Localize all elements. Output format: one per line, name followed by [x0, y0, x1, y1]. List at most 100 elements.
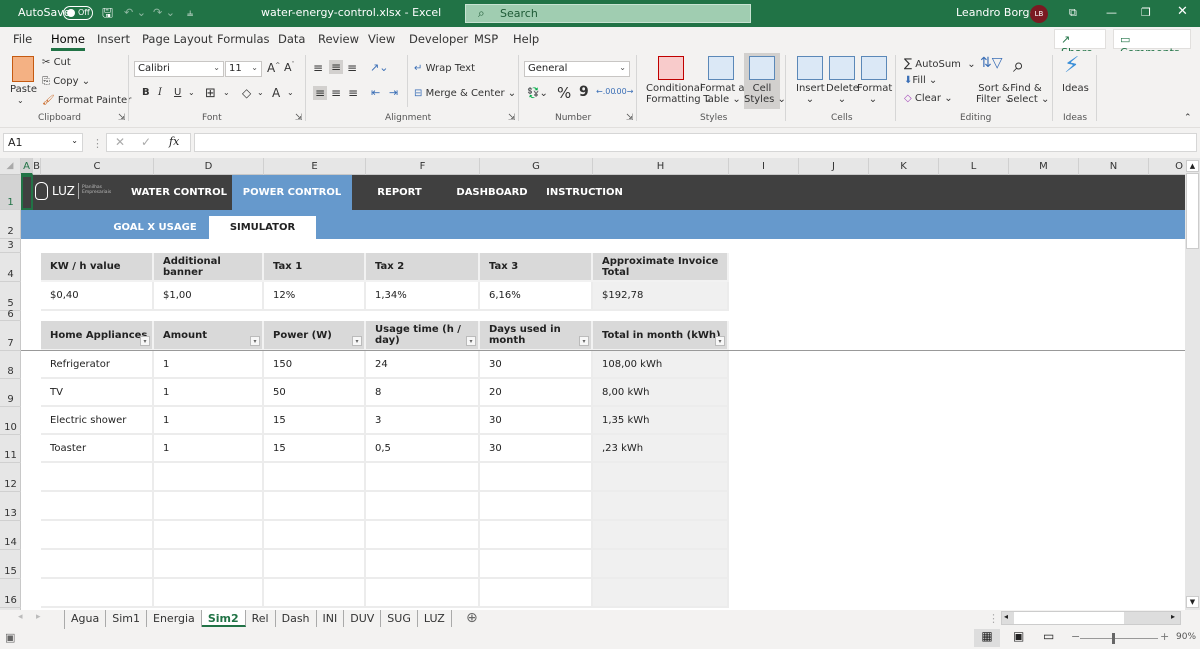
comments-button[interactable]: ▭ Comments	[1113, 29, 1191, 59]
appliance-cell[interactable]: 108,00 kWh	[593, 351, 729, 379]
shrink-font-icon[interactable]: Aˇ	[284, 61, 295, 74]
appliance-cell[interactable]: 1	[154, 407, 264, 435]
nav-dashboard[interactable]: DASHBOARD	[447, 175, 537, 210]
empty-cell[interactable]	[41, 521, 154, 550]
tab-insert[interactable]: Insert	[97, 32, 130, 46]
row-header-1[interactable]: 1	[0, 175, 21, 210]
cell-styles-button[interactable]: Cell Styles ⌄	[744, 53, 786, 109]
column-header-o[interactable]: O	[1149, 158, 1185, 175]
param-value[interactable]: 12%	[264, 282, 366, 311]
appliance-header[interactable]: Power (W) ▾	[264, 321, 366, 351]
save-icon[interactable]: 🖫	[102, 4, 113, 26]
format-as-table-button[interactable]: Format as Table ⌄	[700, 83, 750, 105]
empty-cell[interactable]	[264, 521, 366, 550]
enter-icon[interactable]: ✓	[141, 135, 151, 149]
align-middle-icon[interactable]: ≡	[329, 60, 344, 74]
search-box[interactable]: ⌕ Search	[465, 4, 751, 23]
appliance-cell[interactable]: 8,00 kWh	[593, 379, 729, 407]
appliance-cell[interactable]: 15	[264, 407, 366, 435]
format-painter-button[interactable]: 🖌 Format Painter	[42, 95, 131, 106]
column-header-c[interactable]: C	[41, 158, 154, 175]
underline-button[interactable]: U	[174, 87, 181, 98]
param-header[interactable]: Additional banner	[154, 253, 264, 282]
fill-button[interactable]: ⬇Fill ⌄	[904, 75, 937, 86]
tab-review[interactable]: Review	[318, 32, 359, 46]
empty-cell[interactable]	[154, 521, 264, 550]
row-header-13[interactable]: 13	[0, 492, 21, 521]
font-name-combo[interactable]: Calibri ⌄	[134, 61, 224, 77]
column-header-m[interactable]: M	[1009, 158, 1079, 175]
alignment-launcher-icon[interactable]: ⇲	[508, 113, 516, 123]
empty-cell[interactable]	[154, 579, 264, 608]
clear-button[interactable]: ◇ Clear ⌄	[904, 93, 953, 104]
appliance-cell[interactable]: 30	[480, 435, 593, 463]
paste-button[interactable]: Paste	[10, 84, 37, 95]
filter-dropdown-icon[interactable]: ▾	[250, 336, 260, 346]
minimize-icon[interactable]: —	[1106, 6, 1117, 19]
row-header-12[interactable]: 12	[0, 463, 21, 492]
param-value[interactable]: $192,78	[593, 282, 729, 311]
param-value[interactable]: 6,16%	[480, 282, 593, 311]
column-header-h[interactable]: H	[593, 158, 729, 175]
paste-dropdown-icon[interactable]: ⌄	[17, 96, 24, 105]
zoom-slider-thumb[interactable]	[1112, 633, 1115, 644]
sheet-tab-luz[interactable]: LUZ	[418, 610, 452, 627]
increase-decimal-icon[interactable]: ←.00	[596, 87, 615, 96]
appliance-cell[interactable]: 30	[480, 407, 593, 435]
align-right-icon[interactable]: ≡	[348, 86, 358, 100]
appliance-header[interactable]: Days used in month ▾	[480, 321, 593, 351]
name-box[interactable]: A1 ⌄	[3, 133, 83, 152]
column-header-l[interactable]: L	[939, 158, 1009, 175]
param-header[interactable]: Tax 1	[264, 253, 366, 282]
row-header-5[interactable]: 5	[0, 282, 21, 311]
tab-help[interactable]: Help	[513, 32, 539, 46]
insert-button[interactable]: Insert ⌄	[796, 83, 825, 105]
appliance-header[interactable]: Home Appliances ▾	[41, 321, 154, 351]
page-break-view-icon[interactable]: ▭	[1043, 629, 1054, 643]
tab-formulas[interactable]: Formulas	[217, 32, 270, 46]
column-header-g[interactable]: G	[480, 158, 593, 175]
selected-cell-a1[interactable]	[21, 175, 33, 210]
appliance-cell[interactable]: 15	[264, 435, 366, 463]
page-layout-view-icon[interactable]: ▣	[1013, 629, 1024, 643]
row-header-9[interactable]: 9	[0, 379, 21, 407]
appliance-cell[interactable]: TV	[41, 379, 154, 407]
new-sheet-icon[interactable]: ⊕	[466, 610, 478, 626]
empty-cell[interactable]	[480, 492, 593, 521]
filter-dropdown-icon[interactable]: ▾	[352, 336, 362, 346]
param-header[interactable]: Tax 3	[480, 253, 593, 282]
param-value[interactable]: 1,34%	[366, 282, 480, 311]
empty-cell[interactable]	[264, 550, 366, 579]
column-header-d[interactable]: D	[154, 158, 264, 175]
nav-water-control[interactable]: WATER CONTROL	[124, 175, 234, 210]
accounting-format-icon[interactable]: 💱⌄	[527, 88, 548, 99]
conditional-formatting-button[interactable]: Conditional Formatting ⌄	[646, 83, 712, 105]
align-center-icon[interactable]: ≡	[331, 86, 341, 100]
formula-input[interactable]	[194, 133, 1197, 152]
delete-button[interactable]: Delete ⌄	[826, 83, 859, 105]
autosum-button[interactable]: ∑ AutoSum ⌄	[904, 56, 976, 70]
sheet-tab-rel[interactable]: Rel	[246, 610, 276, 627]
tab-developer[interactable]: Developer	[409, 32, 468, 46]
scroll-right-icon[interactable]: ▸	[1171, 612, 1175, 621]
empty-cell[interactable]	[480, 550, 593, 579]
row-header-6[interactable]: 6	[0, 310, 21, 321]
empty-cell[interactable]	[480, 463, 593, 492]
select-all-icon[interactable]: ◢	[0, 158, 21, 175]
row-header-7[interactable]: 7	[0, 321, 21, 351]
insert-function-button[interactable]: fx	[169, 135, 179, 148]
tab-view[interactable]: View	[368, 32, 395, 46]
appliance-cell[interactable]: 20	[480, 379, 593, 407]
column-header-a[interactable]: A	[21, 158, 33, 175]
ideas-button[interactable]: Ideas	[1062, 83, 1089, 94]
sheet-tab-sim1[interactable]: Sim1	[106, 610, 147, 627]
scroll-down-icon[interactable]: ▼	[1186, 596, 1199, 608]
cancel-icon[interactable]: ✕	[115, 135, 125, 149]
empty-cell[interactable]	[366, 550, 480, 579]
sheet-tab-sug[interactable]: SUG	[381, 610, 418, 627]
empty-cell[interactable]	[480, 521, 593, 550]
empty-cell[interactable]	[41, 579, 154, 608]
empty-cell[interactable]	[264, 579, 366, 608]
increase-indent-icon[interactable]: ⇥	[389, 86, 398, 99]
italic-button[interactable]: I	[158, 87, 162, 98]
